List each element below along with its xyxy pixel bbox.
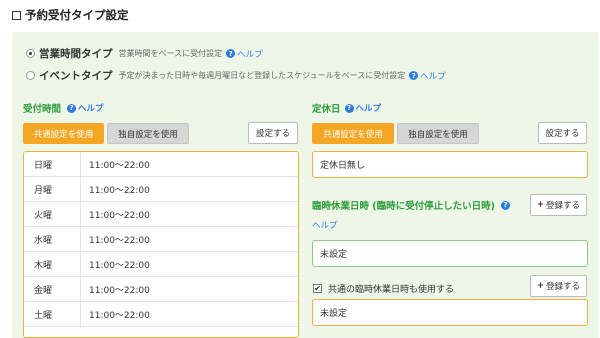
closure-value-field: 未設定	[312, 240, 588, 267]
help-link[interactable]: ヘルプ	[237, 48, 263, 60]
table-row: 火曜 11:00～22:00	[24, 202, 298, 227]
page-title-text: 予約受付タイプ設定	[25, 8, 129, 22]
section-title-text: 定休日	[312, 104, 341, 115]
day-cell: 日曜	[24, 152, 81, 176]
help-icon[interactable]: ?	[226, 49, 236, 58]
temporary-closure-title: 臨時休業日時 (臨時に受付停止したい日時) ?	[312, 198, 512, 212]
help-icon[interactable]: ?	[67, 103, 77, 113]
use-common-closure-checkbox[interactable]: ✔ 共通の臨時休業日時も使用する	[313, 282, 454, 295]
time-cell: 11:00～22:00	[89, 310, 150, 321]
radio-label: イベントタイプ	[39, 70, 113, 82]
day-cell: 金曜	[24, 277, 81, 301]
register-common-closure-button[interactable]: + 登録する	[530, 275, 587, 297]
day-cell: 木曜	[24, 252, 81, 276]
holidays-value-field: 定休日無し	[312, 151, 588, 178]
time-cell: 11:00～22:00	[89, 160, 150, 171]
help-link[interactable]: ヘルプ	[78, 102, 104, 114]
day-cell: 土曜	[24, 302, 81, 326]
register-label: 登録する	[546, 282, 581, 292]
section-title-text: 臨時休業日時 (臨時に受付停止したい日時)	[312, 201, 495, 212]
day-cell: 水曜	[24, 227, 81, 251]
register-closure-button[interactable]: + 登録する	[530, 194, 587, 216]
radio-description: 予定が決まった日時や毎週月曜日など登録したスケジュールをベースに受付設定	[118, 71, 406, 80]
radio-button[interactable]	[26, 71, 35, 80]
plus-icon: +	[536, 200, 545, 210]
radio-business-hours-type[interactable]: 営業時間タイプ 営業時間をベースに受付設定 ? ヘルプ	[26, 46, 263, 61]
table-row: 土曜 11:00～22:00	[24, 302, 298, 327]
reception-hours-title: 受付時間 ? ヘルプ	[23, 101, 104, 115]
hours-settings-button[interactable]: 設定する	[248, 122, 298, 144]
time-cell: 11:00～22:00	[89, 185, 150, 196]
checkbox-label: 共通の臨時休業日時も使用する	[328, 285, 455, 295]
help-icon[interactable]: ?	[344, 103, 354, 113]
register-label: 登録する	[546, 201, 581, 211]
help-link[interactable]: ヘルプ	[356, 102, 382, 114]
plus-icon: +	[536, 281, 545, 291]
day-cell: 火曜	[24, 202, 81, 226]
page-title: 予約受付タイプ設定	[12, 7, 129, 23]
table-row: 金曜 11:00～22:00	[24, 277, 298, 302]
holidays-settings-button[interactable]: 設定する	[538, 122, 587, 144]
table-row: 月曜 11:00～22:00	[24, 177, 298, 202]
time-cell: 11:00～22:00	[89, 235, 150, 246]
holidays-title: 定休日 ? ヘルプ	[312, 101, 381, 115]
use-custom-holidays-button[interactable]: 独自設定を使用	[397, 123, 479, 144]
checkbox-checked-icon[interactable]: ✔	[313, 284, 322, 293]
radio-description: 営業時間をベースに受付設定	[118, 49, 223, 58]
use-common-holidays-button[interactable]: 共通設定を使用	[312, 123, 394, 144]
help-link[interactable]: ヘルプ	[312, 219, 338, 231]
day-cell: 月曜	[24, 177, 81, 201]
common-closure-value-field: 未設定	[312, 299, 588, 326]
time-cell: 11:00～22:00	[89, 285, 150, 296]
help-icon[interactable]: ?	[501, 200, 510, 210]
table-row: 木曜 11:00～22:00	[24, 252, 298, 277]
time-cell: 11:00～22:00	[89, 210, 150, 221]
help-link[interactable]: ヘルプ	[420, 70, 446, 82]
radio-event-type[interactable]: イベントタイプ 予定が決まった日時や毎週月曜日など登録したスケジュールをベースに…	[26, 68, 446, 83]
use-custom-hours-button[interactable]: 独自設定を使用	[107, 123, 189, 144]
time-cell: 11:00～22:00	[89, 260, 150, 271]
use-common-hours-button[interactable]: 共通設定を使用	[23, 123, 104, 144]
reception-hours-table: 日曜 11:00～22:00 月曜 11:00～22:00 火曜 11:00～2…	[23, 151, 299, 338]
section-title-text: 受付時間	[23, 104, 62, 115]
title-checkbox-icon	[12, 10, 21, 20]
table-row: 水曜 11:00～22:00	[24, 227, 298, 252]
help-icon[interactable]: ?	[409, 71, 419, 80]
table-row: 日曜 11:00～22:00	[24, 152, 298, 177]
radio-label: 営業時間タイプ	[39, 48, 113, 60]
radio-button[interactable]	[26, 49, 35, 58]
